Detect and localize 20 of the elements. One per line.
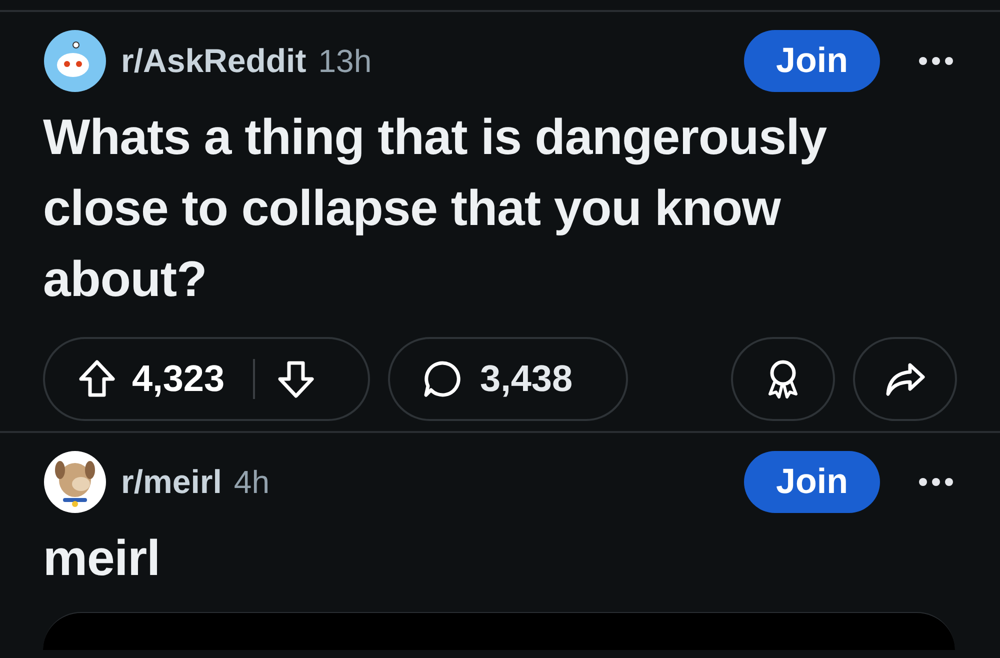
award-button[interactable] (731, 337, 835, 421)
join-button[interactable]: Join (744, 30, 880, 92)
avatar-icon (43, 29, 107, 93)
post-title[interactable]: Whats a thing that is dangerously close to collapse that you know about? (43, 102, 943, 315)
upvote-icon[interactable] (78, 359, 116, 399)
post-title[interactable]: meirl (43, 523, 943, 594)
more-icon[interactable] (918, 56, 954, 66)
comments-button[interactable]: 3,438 (388, 337, 628, 421)
join-button[interactable]: Join (744, 451, 880, 513)
post-age: 13h (318, 42, 372, 81)
vote-count: 4,323 (132, 357, 225, 402)
post-age: 4h (234, 463, 270, 502)
avatar-icon (43, 450, 107, 514)
subreddit-name[interactable]: r/AskReddit (121, 36, 306, 86)
share-button[interactable] (853, 337, 957, 421)
subreddit-name[interactable]: r/meirl (121, 457, 222, 507)
comment-icon (422, 359, 462, 399)
share-icon (884, 361, 926, 397)
downvote-icon[interactable] (276, 359, 315, 399)
more-icon[interactable] (918, 477, 954, 487)
